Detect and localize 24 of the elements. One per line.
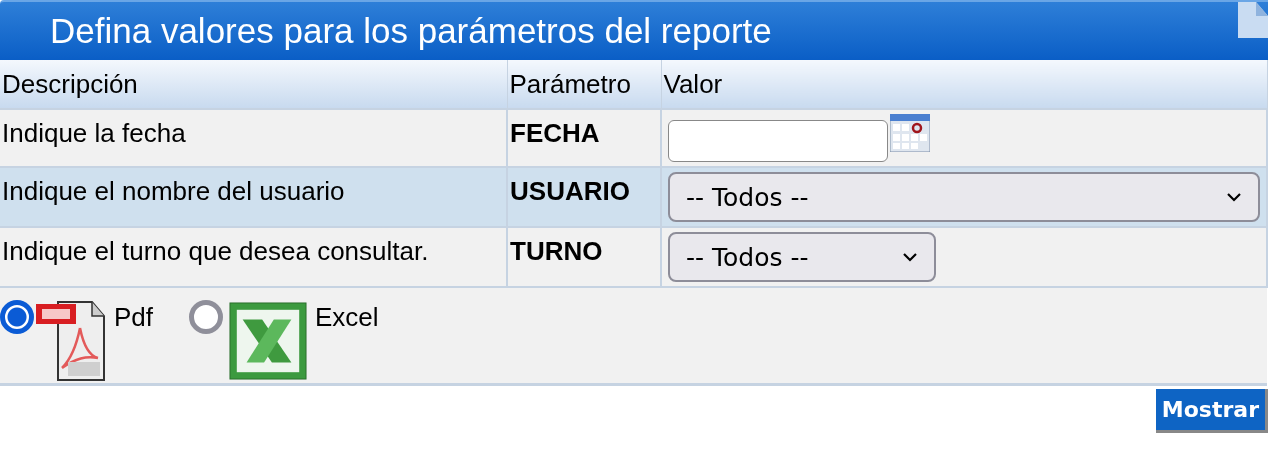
calendar-icon[interactable] <box>890 114 930 152</box>
description-text: Indique la fecha <box>2 118 186 148</box>
radio-button[interactable] <box>0 300 34 334</box>
window-title: Defina valores para los parámetros del reporte <box>50 11 772 51</box>
description-text: Indique el turno que desea consultar. <box>2 236 429 266</box>
dropdown[interactable]: -- Todos -- <box>668 232 936 282</box>
parameter-name: FECHA <box>510 118 600 148</box>
column-header: Valor <box>661 60 1267 109</box>
parameter-name: TURNO <box>510 236 603 266</box>
show-button[interactable]: Mostrar <box>1155 389 1268 433</box>
corner-fold-icon <box>1238 2 1268 38</box>
format-label: Excel <box>315 302 379 333</box>
pdf-file-icon <box>36 298 106 382</box>
column-header: Descripción <box>0 60 508 109</box>
format-label: Pdf <box>114 302 154 333</box>
chevron-down-icon <box>1226 192 1242 202</box>
column-header: Parámetro <box>507 60 661 109</box>
spreadsheet-icon <box>229 302 308 380</box>
parameter-name: USUARIO <box>510 176 630 206</box>
radio-button[interactable] <box>189 300 224 334</box>
chevron-down-icon <box>902 252 918 262</box>
date-field[interactable] <box>668 120 888 162</box>
description-text: Indique el nombre del usuario <box>2 176 345 206</box>
dropdown[interactable]: -- Todos -- <box>668 172 1260 222</box>
